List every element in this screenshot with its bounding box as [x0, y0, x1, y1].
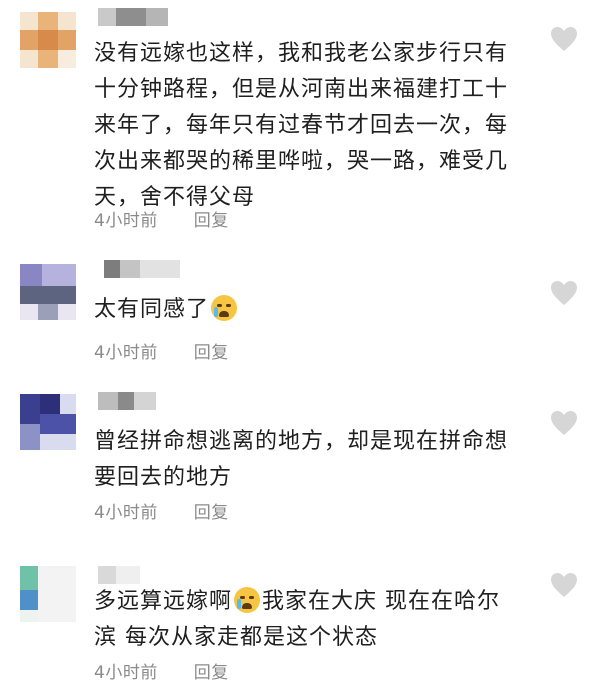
comment-item: 没有远嫁也这样，我和我老公家步行只有 十分钟路程，但是从河南出来福建打工十 来年… [0, 0, 600, 240]
comment-meta: 4小时前 回复 [94, 498, 229, 523]
comment-item: 曾经拼命想逃离的地方，却是现在拼命想 要回去的地方 4小时前 回复 [0, 380, 600, 540]
comment-time: 4小时前 [94, 503, 158, 523]
comment-time: 4小时前 [94, 211, 158, 231]
comment-text: 太有同感了 [94, 292, 534, 328]
comment-time: 4小时前 [94, 343, 158, 363]
heart-icon[interactable] [550, 572, 578, 598]
comment-time: 4小时前 [94, 663, 158, 683]
reply-button[interactable]: 回复 [194, 503, 229, 523]
username[interactable] [98, 392, 168, 410]
reply-button[interactable]: 回复 [194, 343, 229, 363]
comment-meta: 4小时前 回复 [94, 658, 229, 683]
avatar[interactable] [20, 394, 76, 450]
reply-button[interactable]: 回复 [194, 663, 229, 683]
avatar[interactable] [20, 566, 76, 622]
comment-meta: 4小时前 回复 [94, 338, 229, 363]
comment-text: 多远算远嫁啊 我家在大庆 现在在哈尔 滨 每次从家走都是这个状态 [94, 587, 501, 650]
comment-meta: 4小时前 回复 [94, 206, 229, 231]
comment-item: 多远算远嫁啊 我家在大庆 现在在哈尔 滨 每次从家走都是这个状态 4小时前 回复 [0, 556, 600, 696]
rolling-laughing-face-icon [234, 587, 261, 613]
comment-text: 曾经拼命想逃离的地方，却是现在拼命想 要回去的地方 [94, 429, 509, 490]
username[interactable] [98, 566, 158, 584]
reply-button[interactable]: 回复 [194, 211, 229, 231]
comment-list: 没有远嫁也这样，我和我老公家步行只有 十分钟路程，但是从河南出来福建打工十 来年… [0, 0, 600, 696]
heart-icon[interactable] [550, 410, 578, 436]
avatar[interactable] [20, 264, 76, 320]
heart-icon[interactable] [550, 280, 578, 306]
comment-text: 没有远嫁也这样，我和我老公家步行只有 十分钟路程，但是从河南出来福建打工十 来年… [94, 41, 509, 210]
username[interactable] [98, 8, 178, 26]
crying-face-icon [211, 295, 238, 321]
avatar[interactable] [20, 12, 76, 68]
username[interactable] [98, 260, 188, 278]
heart-icon[interactable] [550, 26, 578, 52]
comment-item: 太有同感了 4小时前 回复 [0, 250, 600, 370]
